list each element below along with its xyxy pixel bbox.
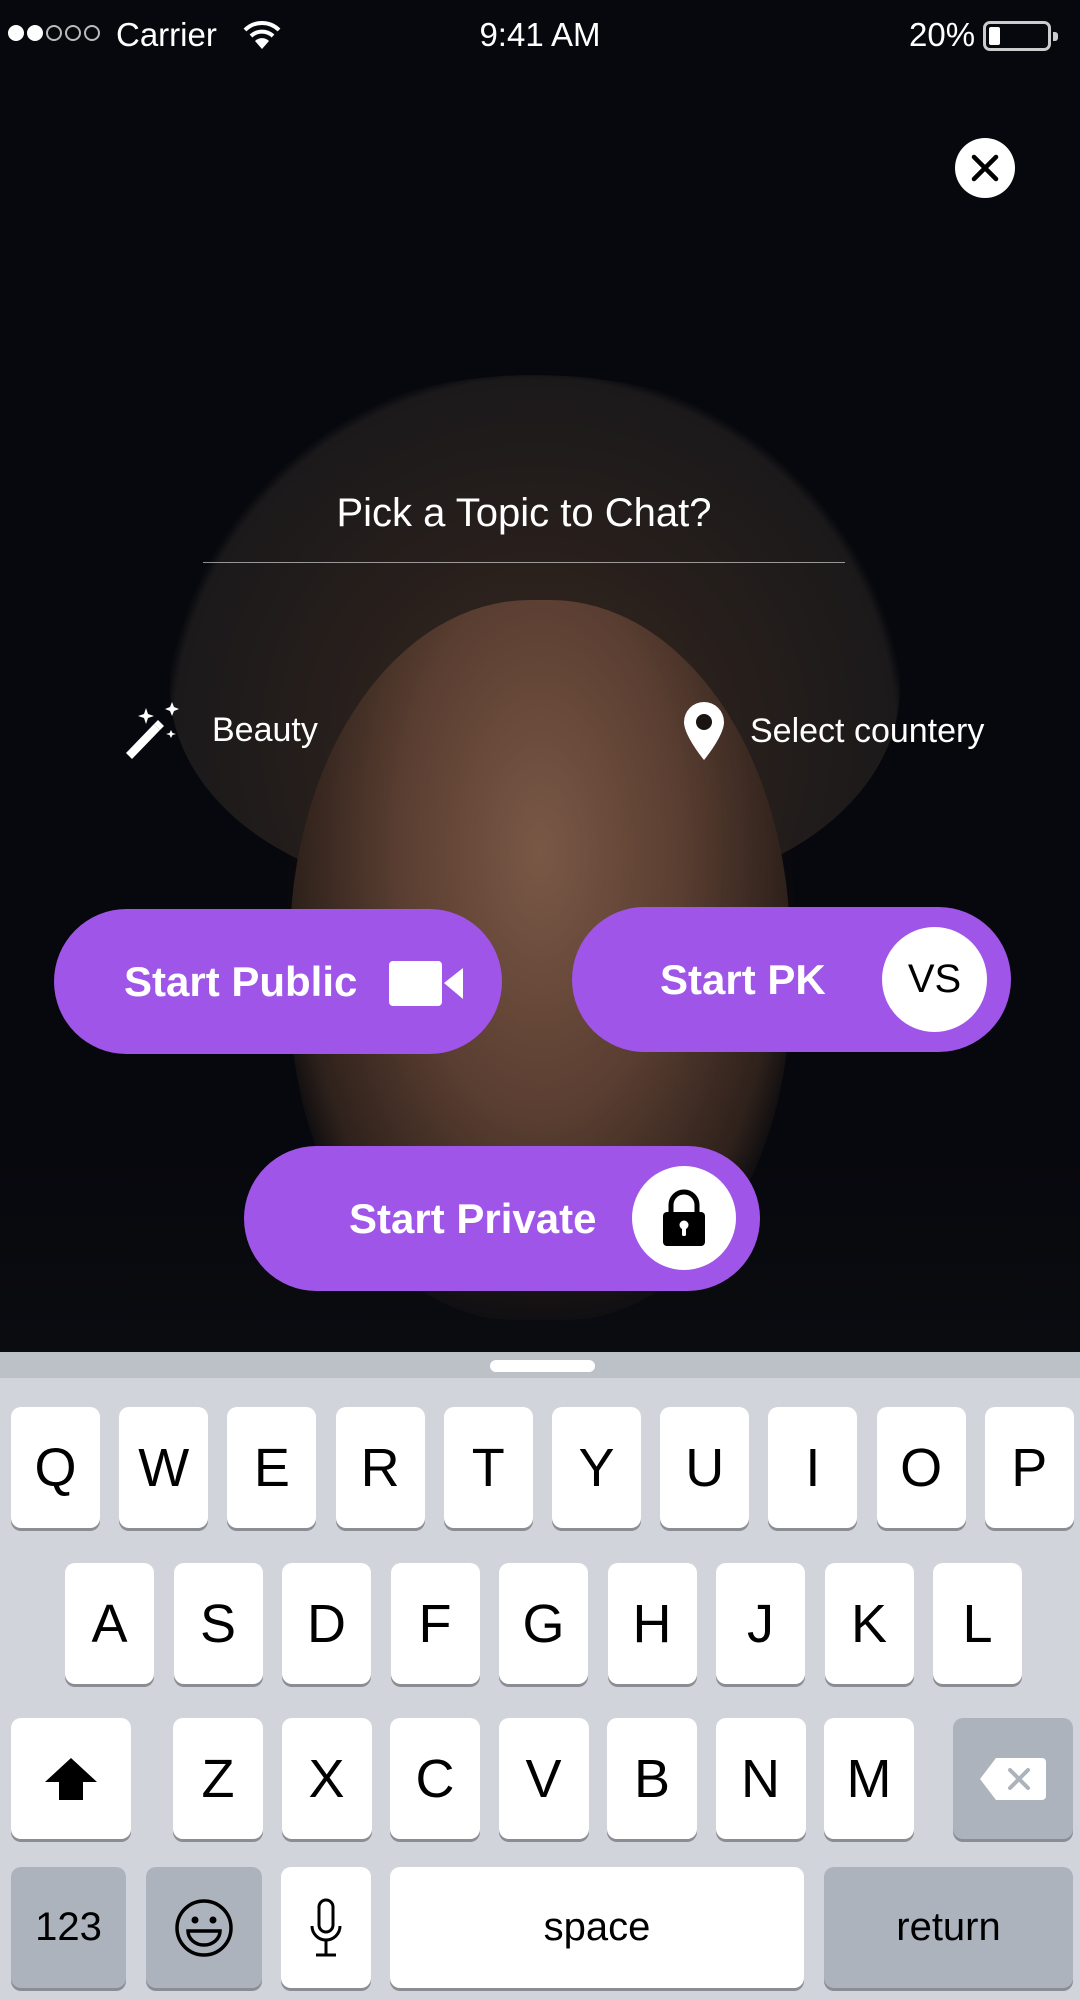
- key-p[interactable]: P: [984, 1407, 1074, 1528]
- key-v[interactable]: V: [498, 1718, 589, 1839]
- status-bar: Carrier 9:41 AM 20%: [0, 0, 1080, 70]
- start-private-label: Start Private: [349, 1194, 597, 1242]
- key-s[interactable]: S: [173, 1563, 263, 1684]
- key-q[interactable]: Q: [11, 1407, 100, 1528]
- key-w[interactable]: W: [119, 1407, 209, 1528]
- delete-key[interactable]: [953, 1718, 1073, 1839]
- key-i[interactable]: I: [768, 1407, 858, 1528]
- key-n[interactable]: N: [715, 1718, 806, 1839]
- key-a[interactable]: A: [65, 1563, 154, 1684]
- key-x[interactable]: X: [281, 1718, 372, 1839]
- emoji-key[interactable]: [146, 1867, 262, 1988]
- return-key[interactable]: return: [824, 1867, 1073, 1988]
- key-r[interactable]: R: [335, 1407, 425, 1528]
- keyboard-top-bar: [0, 1352, 1080, 1378]
- keyboard-handle[interactable]: [490, 1360, 595, 1372]
- microphone-icon: [310, 1898, 342, 1956]
- key-y[interactable]: Y: [552, 1407, 641, 1528]
- start-pk-button[interactable]: Start PK VS: [572, 907, 1011, 1052]
- lock-icon: [663, 1189, 705, 1246]
- start-public-label: Start Public: [124, 957, 358, 1005]
- key-f[interactable]: F: [390, 1563, 480, 1684]
- backspace-icon: [980, 1757, 1046, 1800]
- magic-wand-icon: [126, 702, 179, 759]
- topic-placeholder: Pick a Topic to Chat?: [336, 491, 712, 535]
- close-icon: [971, 154, 999, 182]
- battery-icon: [983, 21, 1058, 51]
- key-d[interactable]: D: [282, 1563, 371, 1684]
- numbers-key[interactable]: 123: [11, 1867, 126, 1988]
- key-e[interactable]: E: [227, 1407, 317, 1528]
- beauty-label: Beauty: [212, 710, 318, 749]
- emoji-icon: [175, 1898, 233, 1957]
- key-t[interactable]: T: [443, 1407, 533, 1528]
- close-button[interactable]: [955, 138, 1015, 198]
- beauty-option[interactable]: Beauty: [122, 700, 318, 760]
- vs-badge: VS: [882, 927, 987, 1032]
- shift-arrow-icon: [45, 1757, 97, 1800]
- dictation-key[interactable]: [281, 1867, 371, 1988]
- key-l[interactable]: L: [933, 1563, 1022, 1684]
- battery-percent: 20%: [909, 16, 976, 53]
- key-b[interactable]: B: [607, 1718, 697, 1839]
- key-h[interactable]: H: [607, 1563, 697, 1684]
- key-k[interactable]: K: [824, 1563, 914, 1684]
- location-pin-icon: [684, 702, 724, 760]
- start-pk-label: Start PK: [660, 955, 826, 1003]
- keyboard: QWERTYUIOP ASDFGHJKL ZXCVBNM 123 space r…: [0, 1352, 1080, 2000]
- key-u[interactable]: U: [660, 1407, 750, 1528]
- key-g[interactable]: G: [499, 1563, 588, 1684]
- space-key[interactable]: space: [390, 1867, 804, 1988]
- start-public-button[interactable]: Start Public: [54, 909, 502, 1054]
- video-camera-icon: [389, 961, 463, 1006]
- key-m[interactable]: M: [824, 1718, 914, 1839]
- lock-badge: [632, 1166, 736, 1270]
- start-private-button[interactable]: Start Private: [244, 1146, 760, 1291]
- topic-input[interactable]: Pick a Topic to Chat?: [203, 478, 845, 563]
- key-j[interactable]: J: [716, 1563, 805, 1684]
- select-country-option[interactable]: Select countery: [682, 700, 984, 762]
- shift-key[interactable]: [11, 1718, 131, 1839]
- key-o[interactable]: O: [876, 1407, 966, 1528]
- key-z[interactable]: Z: [173, 1718, 263, 1839]
- key-c[interactable]: C: [390, 1718, 480, 1839]
- country-label: Select countery: [750, 711, 985, 750]
